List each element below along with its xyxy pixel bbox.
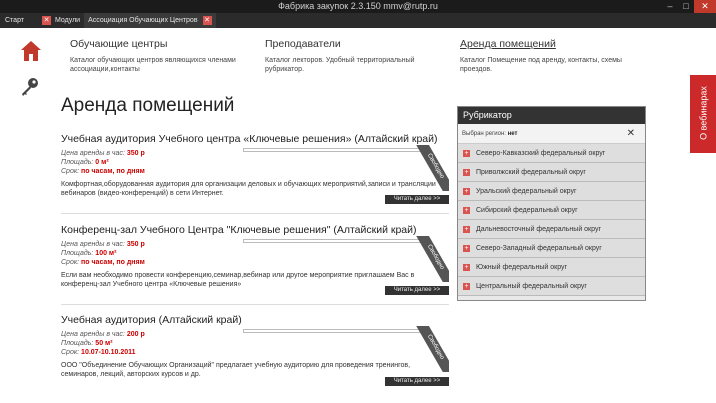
clear-region-icon[interactable]: ✕ <box>627 124 635 144</box>
rubricator-panel: Рубрикатор Выбран регион: нет ✕ + Северо-… <box>457 106 646 301</box>
category-links: Обучающие центры Каталог обучающих центр… <box>60 28 646 90</box>
divider <box>61 213 449 214</box>
close-window-button[interactable]: ✕ <box>694 0 716 13</box>
status-ribbon: Свободно <box>415 326 449 372</box>
listing-area: 50 м² <box>95 340 113 347</box>
expand-icon[interactable]: + <box>463 149 470 157</box>
expand-icon[interactable]: + <box>463 187 470 195</box>
listing-area: 100 м² <box>95 250 117 257</box>
category-desc: Каталог обучающих центров являющихся чле… <box>70 57 236 73</box>
category-training-centers[interactable]: Обучающие центры Каталог обучающих центр… <box>70 38 250 74</box>
listing-title[interactable]: Конференц-зал Учебного Центра "Ключевые … <box>61 224 449 236</box>
category-desc: Каталог лекторов. Удобный территориальны… <box>265 57 415 73</box>
left-nav <box>0 28 60 403</box>
region-item[interactable]: + Центральный федеральный округ <box>458 277 645 296</box>
region-item[interactable]: + Южный федеральный округ <box>458 258 645 277</box>
expand-icon[interactable]: + <box>463 282 470 290</box>
tab-modules[interactable]: ✕ Модули <box>38 13 84 28</box>
read-more-button[interactable]: Читать далее >> <box>385 286 449 295</box>
webinars-tab[interactable]: О вебинарах <box>690 75 716 153</box>
expand-icon[interactable]: + <box>463 206 470 214</box>
window-controls: – □ ✕ <box>662 0 716 13</box>
listing-term: 10.07-10.10.2011 <box>81 349 136 356</box>
listing-item: Учебная аудитория Учебного центра «Ключе… <box>61 133 449 214</box>
listing-term: по часам, по дням <box>81 168 145 175</box>
listing-item: Учебная аудитория (Алтайский край) Цена … <box>61 314 449 399</box>
category-title[interactable]: Аренда помещений <box>460 38 640 50</box>
status-bar <box>243 148 425 152</box>
region-item[interactable]: + Северо-Кавказский федеральный округ <box>458 144 645 163</box>
category-teachers[interactable]: Преподаватели Каталог лекторов. Удобный … <box>265 38 435 74</box>
tab-label: Модули <box>55 17 81 24</box>
start-menu[interactable]: Старт <box>0 17 38 24</box>
tab-bar: Старт ✕ Модули Ассоциация Обучающих Цент… <box>0 13 716 28</box>
region-item[interactable]: + Сибирский федеральный округ <box>458 201 645 220</box>
region-item[interactable]: + Северо-Западный федеральный округ <box>458 239 645 258</box>
listing-term: по часам, по дням <box>81 259 145 266</box>
status-ribbon: Свободно <box>415 236 449 282</box>
status-ribbon: Свободно <box>415 145 449 191</box>
category-room-rental[interactable]: Аренда помещений Каталог Помещение под а… <box>460 38 640 74</box>
divider <box>61 304 449 305</box>
listing-title[interactable]: Учебная аудитория (Алтайский край) <box>61 314 449 326</box>
region-item[interactable]: + Уральский федеральный округ <box>458 182 645 201</box>
listing-price: 350 р <box>126 241 145 248</box>
listing-meta: Цена аренды в час: 350 р Площадь: 0 м² С… <box>61 150 145 175</box>
category-title[interactable]: Обучающие центры <box>70 38 250 50</box>
listing-title[interactable]: Учебная аудитория Учебного центра «Ключе… <box>61 133 449 145</box>
expand-icon[interactable]: + <box>463 225 470 233</box>
status-bar <box>243 239 425 243</box>
expand-icon[interactable]: + <box>463 244 470 252</box>
close-tab-icon[interactable]: ✕ <box>42 16 51 25</box>
maximize-button[interactable]: □ <box>678 0 694 13</box>
listing-price: 350 р <box>126 150 145 157</box>
read-more-button[interactable]: Читать далее >> <box>385 377 449 386</box>
tab-label: Ассоциация Обучающих Центров <box>88 17 198 24</box>
rubricator-title: Рубрикатор <box>458 107 645 124</box>
category-title[interactable]: Преподаватели <box>265 38 435 50</box>
expand-icon[interactable]: + <box>463 168 470 176</box>
listing-item: Конференц-зал Учебного Центра "Ключевые … <box>61 224 449 305</box>
selected-region: Выбран регион: нет ✕ <box>458 124 645 144</box>
selected-region-value: нет <box>507 131 518 137</box>
minimize-button[interactable]: – <box>662 0 678 13</box>
listing-meta: Цена аренды в час: 350 р Площадь: 100 м²… <box>61 241 145 266</box>
expand-icon[interactable]: + <box>463 263 470 271</box>
region-item[interactable]: + Дальневосточный федеральный округ <box>458 220 645 239</box>
close-tab-icon[interactable]: ✕ <box>202 16 212 25</box>
home-icon[interactable] <box>20 40 42 62</box>
category-desc: Каталог Помещение под аренду, контакты, … <box>460 57 622 73</box>
key-icon[interactable] <box>20 77 40 97</box>
region-item[interactable]: + Приволжский федеральный округ <box>458 163 645 182</box>
listing-price: 200 р <box>126 331 145 338</box>
listing-meta: Цена аренды в час: 200 р Площадь: 50 м² … <box>61 331 145 356</box>
status-bar <box>243 329 425 333</box>
tab-association[interactable]: Ассоциация Обучающих Центров ✕ <box>84 13 216 28</box>
window-titlebar: Фабрика закупок 2.3.150 mmv@rutp.ru – □ … <box>0 0 716 13</box>
read-more-button[interactable]: Читать далее >> <box>385 195 449 204</box>
listing-area: 0 м² <box>95 159 109 166</box>
window-title: Фабрика закупок 2.3.150 mmv@rutp.ru <box>278 1 438 11</box>
page-title: Аренда помещений <box>61 95 235 116</box>
